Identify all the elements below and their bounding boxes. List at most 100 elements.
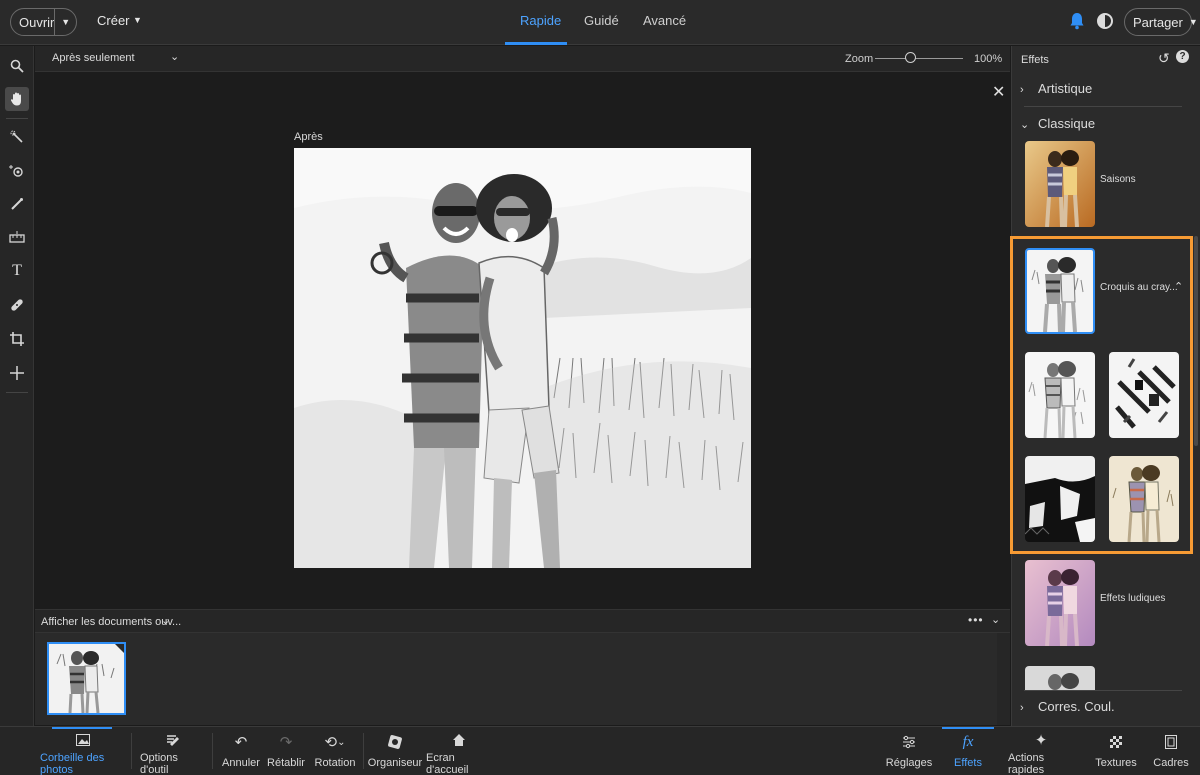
effect-next-thumbnail[interactable] bbox=[1025, 666, 1095, 690]
adjustments-icon bbox=[902, 727, 916, 757]
effects-label: Effets bbox=[954, 757, 982, 769]
open-button[interactable]: Ouvrir ▼ bbox=[10, 8, 77, 36]
bottom-divider bbox=[131, 733, 132, 769]
category-artistic[interactable]: › Artistique bbox=[1020, 81, 1092, 96]
spot-healing-tool-icon[interactable] bbox=[5, 293, 29, 317]
effects-panel: Effets ↺ ? › Artistique ⌄ Classique Saison… bbox=[1010, 46, 1200, 726]
effect-fun-effects-thumbnail[interactable] bbox=[1025, 560, 1095, 646]
photo-bin-button[interactable]: Corbeille des photos bbox=[40, 727, 125, 775]
undo-button[interactable]: ↶ Annuler bbox=[221, 727, 261, 775]
undo-label: Annuler bbox=[222, 757, 260, 769]
effect-fun-effects-label: Effets ludiques bbox=[1100, 593, 1166, 604]
photo-bin-scrollbar[interactable] bbox=[997, 633, 1010, 725]
photo-bin-icon bbox=[75, 727, 90, 752]
help-icon[interactable]: ? bbox=[1176, 50, 1189, 63]
notification-bell-icon[interactable] bbox=[1069, 12, 1085, 30]
panel-title: Effets bbox=[1021, 54, 1049, 66]
quick-selection-tool-icon[interactable] bbox=[5, 125, 29, 149]
hand-tool-icon[interactable] bbox=[5, 87, 29, 111]
tab-quick[interactable]: Rapide bbox=[520, 13, 561, 28]
tab-expert[interactable]: Avancé bbox=[643, 13, 686, 28]
effects-button[interactable]: fx Effets bbox=[946, 727, 990, 775]
move-tool-icon[interactable] bbox=[5, 361, 29, 385]
zoom-value: 100% bbox=[974, 53, 1003, 65]
sparkle-icon: ✦ bbox=[1034, 731, 1048, 749]
tools-panel: T bbox=[0, 46, 34, 726]
create-dropdown-icon[interactable]: ▼ bbox=[133, 15, 142, 25]
home-screen-button[interactable]: Ecran d'accueil bbox=[426, 727, 492, 775]
straighten-tool-icon[interactable] bbox=[5, 225, 29, 249]
undo-icon: ↶ bbox=[234, 734, 248, 751]
type-tool-icon[interactable]: T bbox=[5, 259, 29, 283]
after-label: Après bbox=[294, 131, 323, 143]
category-classic[interactable]: ⌄ Classique bbox=[1020, 116, 1095, 131]
adjustments-button[interactable]: Réglages bbox=[886, 727, 932, 775]
create-button[interactable]: Créer bbox=[97, 13, 130, 28]
active-tab-indicator bbox=[505, 42, 567, 45]
organizer-label: Organiseur bbox=[367, 757, 423, 769]
textures-button[interactable]: Textures bbox=[1094, 727, 1138, 775]
tool-options-icon bbox=[166, 727, 180, 752]
adjustments-label: Réglages bbox=[885, 757, 933, 769]
zoom-tool-icon[interactable] bbox=[5, 54, 29, 78]
pencil-sketch-variant-4[interactable] bbox=[1109, 456, 1179, 542]
zoom-slider[interactable] bbox=[875, 58, 963, 59]
chevron-right-icon: › bbox=[1020, 702, 1024, 714]
photo-thumbnail[interactable] bbox=[47, 642, 126, 715]
share-dropdown-icon: ▼ bbox=[1188, 17, 1198, 27]
quick-actions-button[interactable]: ✦ Actions rapides bbox=[1008, 727, 1074, 775]
open-button-label: Ouvrir bbox=[19, 14, 55, 30]
more-options-icon[interactable]: ••• bbox=[968, 613, 984, 627]
fx-icon: fx bbox=[962, 733, 974, 750]
rotate-button[interactable]: ⟲ ⌄ Rotation bbox=[312, 727, 358, 775]
rotate-label: Rotation bbox=[314, 757, 356, 769]
edited-photo[interactable] bbox=[294, 148, 751, 568]
pencil-sketch-variant-1[interactable] bbox=[1025, 352, 1095, 438]
tool-divider bbox=[6, 118, 28, 119]
collapse-icon[interactable]: ⌄ bbox=[991, 613, 1000, 626]
frames-button[interactable]: Cadres bbox=[1152, 727, 1190, 775]
zoom-slider-handle[interactable] bbox=[904, 52, 916, 63]
bottom-divider bbox=[363, 733, 364, 769]
redo-label: Rétablir bbox=[267, 757, 305, 769]
pencil-sketch-variant-3[interactable] bbox=[1025, 456, 1095, 542]
close-icon[interactable]: ✕ bbox=[992, 82, 1005, 102]
category-color-matching[interactable]: › Corres. Coul. bbox=[1020, 699, 1115, 714]
view-mode-select[interactable]: Après seulement bbox=[52, 52, 135, 64]
panel-scrollbar[interactable] bbox=[1194, 236, 1198, 446]
tool-options-button[interactable]: Options d'outil bbox=[140, 727, 206, 775]
chevron-down-icon: ⌄ bbox=[1020, 119, 1030, 131]
effect-seasons-thumbnail[interactable] bbox=[1025, 141, 1095, 227]
share-button[interactable]: Partager ▼ bbox=[1124, 8, 1198, 36]
organizer-button[interactable]: Organiseur bbox=[367, 727, 423, 775]
reset-icon[interactable]: ↺ bbox=[1158, 50, 1170, 67]
redo-button[interactable]: ↷ Rétablir bbox=[266, 727, 306, 775]
texture-icon bbox=[1110, 727, 1122, 757]
chevron-right-icon: › bbox=[1020, 84, 1024, 96]
tab-guided[interactable]: Guidé bbox=[584, 13, 619, 28]
canvas-area: ✕ Après bbox=[35, 72, 1010, 609]
frame-icon bbox=[1165, 727, 1177, 757]
bottom-divider bbox=[212, 733, 213, 769]
effect-pencil-sketch-thumbnail[interactable] bbox=[1025, 248, 1095, 334]
top-bar: Ouvrir ▼ Créer ▼ Rapide Guidé Avancé Par… bbox=[0, 0, 1200, 45]
chevron-down-icon[interactable]: ⌄ bbox=[161, 614, 170, 627]
photo-bin bbox=[35, 633, 997, 725]
share-button-label: Partager bbox=[1133, 14, 1183, 30]
whiten-teeth-tool-icon[interactable] bbox=[5, 192, 29, 216]
red-eye-tool-icon[interactable] bbox=[5, 159, 29, 183]
textures-label: Textures bbox=[1095, 757, 1137, 769]
crop-tool-icon[interactable] bbox=[5, 327, 29, 351]
category-divider bbox=[1024, 106, 1182, 107]
quick-actions-label: Actions rapides bbox=[1008, 752, 1045, 775]
open-dropdown-icon[interactable]: ▼ bbox=[55, 17, 76, 27]
home-icon bbox=[452, 727, 466, 752]
view-options-bar: Après seulement ⌄ Zoom 100% bbox=[35, 46, 1010, 72]
pencil-sketch-variant-2[interactable] bbox=[1109, 352, 1179, 438]
zoom-label: Zoom bbox=[845, 53, 874, 65]
photo-bin-label: Corbeille des photos bbox=[40, 752, 105, 775]
chevron-down-icon[interactable]: ⌄ bbox=[170, 50, 179, 63]
theme-contrast-icon[interactable] bbox=[1097, 13, 1113, 29]
chevron-up-icon[interactable]: ⌃ bbox=[1174, 280, 1183, 293]
effect-pencil-sketch-label: Croquis au cray... bbox=[1100, 282, 1178, 293]
